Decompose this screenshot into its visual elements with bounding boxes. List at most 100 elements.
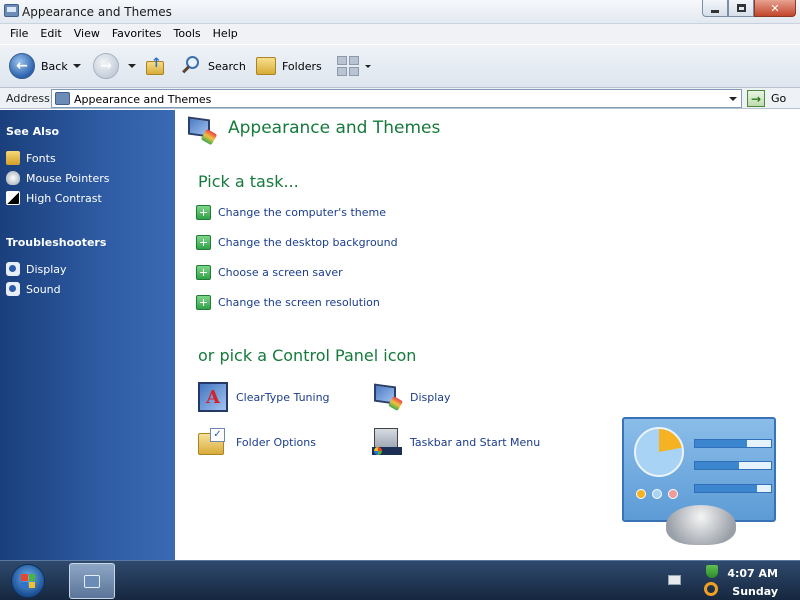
folder-icon (256, 57, 276, 75)
minimize-icon (711, 9, 719, 13)
up-folder-button[interactable]: ↑ (144, 52, 166, 80)
display-icon (372, 382, 404, 412)
sidebar-item-label: High Contrast (26, 191, 102, 205)
see-also-heading: See Also (6, 125, 60, 138)
cp-item-label: Display (410, 390, 451, 404)
chevron-down-icon (365, 64, 371, 68)
task-change-background[interactable]: Change the desktop background (196, 235, 398, 250)
back-button[interactable]: ← Back (9, 52, 68, 80)
troubleshooter-icon (6, 262, 20, 276)
task-label: Change the screen resolution (218, 296, 380, 309)
start-button[interactable] (11, 564, 45, 598)
clock-day: Sunday (732, 585, 778, 598)
page-title: Appearance and Themes (228, 118, 441, 138)
menu-view[interactable]: View (68, 24, 106, 44)
task-screen-resolution[interactable]: Change the screen resolution (196, 295, 380, 310)
task-change-theme[interactable]: Change the computer's theme (196, 205, 386, 220)
sidebar-item-label: Fonts (26, 151, 56, 165)
task-bullet-icon (196, 295, 211, 310)
window-controls: ✕ (702, 0, 796, 17)
maximize-icon (736, 4, 746, 12)
task-label: Change the desktop background (218, 236, 398, 249)
cp-item-label: Taskbar and Start Menu (410, 435, 541, 449)
troubleshooter-icon (6, 282, 20, 296)
cp-item-display[interactable]: Display (372, 382, 451, 412)
taskbar-window-button[interactable] (69, 563, 115, 599)
troubleshooters-heading: Troubleshooters (6, 236, 107, 249)
control-panel-icon (4, 4, 19, 17)
chevron-down-icon (128, 64, 136, 68)
sidebar: See Also Fonts Mouse Pointers High Contr… (0, 110, 175, 560)
taskbar: 4:07 AM Sunday (0, 560, 800, 600)
maximize-button[interactable] (728, 0, 754, 17)
sidebar-item-display-troubleshooter[interactable]: Display (6, 262, 67, 276)
search-icon[interactable] (704, 582, 718, 596)
menu-help[interactable]: Help (207, 24, 244, 44)
folder-options-icon: ✓ (198, 427, 228, 457)
task-bullet-icon (196, 205, 211, 220)
cp-item-label: Folder Options (236, 435, 316, 449)
up-folder-icon: ↑ (144, 56, 166, 76)
task-bullet-icon (196, 235, 211, 250)
sidebar-item-sound-troubleshooter[interactable]: Sound (6, 282, 61, 296)
menu-bar: File Edit View Favorites Tools Help (0, 24, 800, 44)
folders-label: Folders (282, 59, 322, 73)
title-bar: Appearance and Themes ✕ (0, 0, 800, 24)
chevron-down-icon[interactable] (729, 97, 737, 101)
sidebar-item-mouse-pointers[interactable]: Mouse Pointers (6, 171, 110, 185)
sidebar-item-label: Mouse Pointers (26, 171, 110, 185)
sidebar-item-label: Display (26, 262, 67, 276)
go-label: Go (771, 92, 787, 105)
security-shield-icon[interactable] (706, 565, 718, 578)
sidebar-item-fonts[interactable]: Fonts (6, 151, 56, 165)
address-field[interactable]: Appearance and Themes (51, 89, 742, 108)
control-panel-illustration (622, 417, 778, 545)
taskbar-icon (372, 427, 402, 457)
sidebar-item-high-contrast[interactable]: High Contrast (6, 191, 102, 205)
sidebar-item-label: Sound (26, 282, 61, 296)
control-panel-icon (84, 574, 100, 588)
task-label: Choose a screen saver (218, 266, 343, 279)
task-heading: Pick a task... (198, 172, 299, 191)
cleartype-icon: A (198, 382, 228, 412)
task-label: Change the computer's theme (218, 206, 386, 219)
go-button[interactable]: → Go (747, 89, 786, 108)
cp-item-cleartype[interactable]: A ClearType Tuning (198, 382, 330, 412)
icon-heading: or pick a Control Panel icon (198, 346, 417, 365)
menu-edit[interactable]: Edit (34, 24, 67, 44)
back-history-dropdown[interactable] (73, 52, 81, 80)
menu-favorites[interactable]: Favorites (106, 24, 168, 44)
search-button[interactable]: Search (180, 52, 246, 80)
high-contrast-icon (6, 191, 20, 205)
mouse-pointer-icon (6, 171, 20, 185)
go-arrow-icon: → (747, 90, 765, 107)
address-value: Appearance and Themes (74, 93, 212, 106)
window-title: Appearance and Themes (22, 5, 172, 19)
close-button[interactable]: ✕ (754, 0, 796, 17)
clock-time: 4:07 AM (727, 567, 778, 580)
fonts-icon (6, 151, 20, 165)
minimize-button[interactable] (702, 0, 728, 17)
forward-history-dropdown[interactable] (128, 52, 136, 80)
address-label: Address (6, 92, 50, 105)
menu-file[interactable]: File (4, 24, 34, 44)
control-panel-icon (55, 92, 70, 105)
address-bar: Address Appearance and Themes → Go (0, 88, 800, 109)
task-screen-saver[interactable]: Choose a screen saver (196, 265, 343, 280)
chevron-down-icon (73, 64, 81, 68)
cp-item-folder-options[interactable]: ✓ Folder Options (198, 427, 316, 457)
cp-item-taskbar-start-menu[interactable]: Taskbar and Start Menu (372, 427, 540, 457)
search-icon (180, 55, 202, 77)
forward-button[interactable]: → (93, 52, 119, 80)
back-label: Back (41, 59, 68, 73)
close-icon: ✕ (770, 1, 780, 15)
menu-tools[interactable]: Tools (168, 24, 207, 44)
clock[interactable]: 4:07 AM Sunday (727, 565, 778, 600)
keyboard-icon[interactable] (668, 575, 681, 585)
task-bullet-icon (196, 265, 211, 280)
folders-button[interactable]: Folders (256, 52, 322, 80)
back-arrow-icon: ← (9, 53, 35, 79)
forward-arrow-icon: → (93, 53, 119, 79)
appearance-themes-icon (187, 116, 218, 146)
views-button[interactable] (337, 52, 371, 80)
